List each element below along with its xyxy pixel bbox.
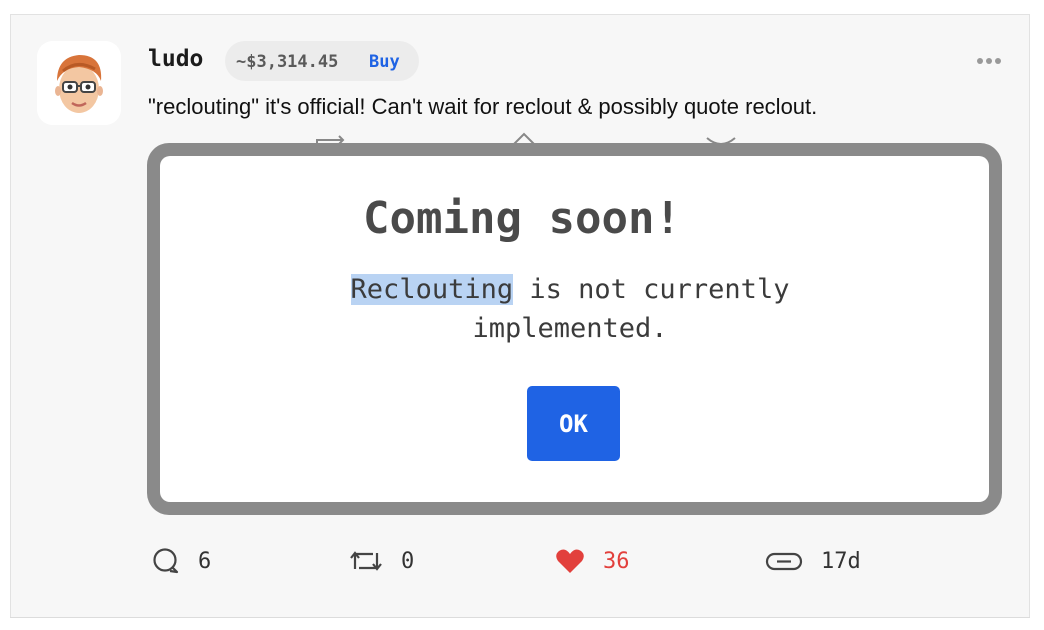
divider bbox=[10, 617, 1030, 618]
avatar-image bbox=[37, 41, 121, 125]
heart-icon bbox=[556, 549, 584, 573]
reclout-action[interactable]: 0 bbox=[349, 547, 414, 575]
reclout-icon bbox=[350, 551, 382, 571]
dialog-message: Reclouting is not currently implemented. bbox=[300, 270, 840, 348]
dialog-message-line2: implemented. bbox=[472, 313, 668, 344]
username[interactable]: ludo bbox=[148, 46, 203, 72]
comment-icon bbox=[153, 548, 179, 574]
ok-button[interactable]: OK bbox=[527, 386, 620, 461]
dialog-message-highlight: Reclouting bbox=[350, 274, 514, 305]
comment-action[interactable]: 6 bbox=[152, 547, 211, 575]
more-options-icon[interactable] bbox=[974, 51, 1004, 71]
link-action[interactable]: 17d bbox=[765, 547, 861, 575]
like-count: 36 bbox=[603, 548, 630, 574]
coin-price: ~$3,314.45 bbox=[236, 52, 339, 72]
post-age: 17d bbox=[821, 548, 861, 574]
avatar[interactable] bbox=[37, 41, 121, 125]
link-icon bbox=[765, 552, 803, 571]
reclout-count: 0 bbox=[401, 548, 415, 574]
like-action[interactable]: 36 bbox=[555, 547, 630, 575]
comment-count: 6 bbox=[198, 548, 212, 574]
dialog-message-line1: is not currently bbox=[513, 274, 790, 305]
buy-button[interactable]: Buy bbox=[369, 52, 400, 72]
post-body: "reclouting" it's official! Can't wait f… bbox=[148, 94, 818, 119]
dialog-title: Coming soon! bbox=[363, 193, 681, 244]
